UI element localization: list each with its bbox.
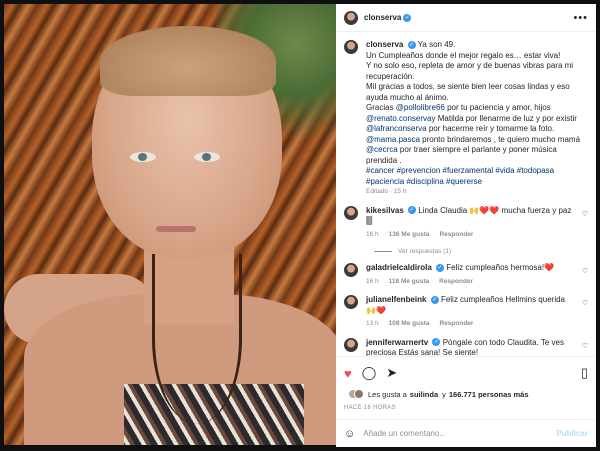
verified-icon: ✓ (432, 338, 441, 347)
avatar[interactable] (344, 205, 358, 220)
caption-line: Y no solo eso, repleta de amor y de buen… (366, 61, 574, 81)
avatar (354, 389, 364, 399)
edited-time: Editado · 15 h (366, 188, 407, 195)
caption-line: Mil gracias a todos, se siente bien leer… (366, 82, 570, 102)
heart-outline-icon[interactable]: ♡ (582, 267, 588, 275)
emoji-icon[interactable]: ☺ (344, 428, 355, 440)
avatar[interactable] (344, 337, 358, 352)
caption-avatar[interactable] (344, 40, 358, 54)
comments-feed[interactable]: clonserva ✓ Ya son 49. Un Cumpleaños don… (336, 32, 596, 356)
view-replies[interactable]: Ver respuestas (1) (374, 248, 588, 255)
verified-icon: ✓ (436, 263, 445, 272)
photo-mouth (156, 226, 196, 232)
more-options-icon[interactable]: ••• (573, 12, 588, 24)
comment-meta: 16 h 136 Me gusta Responder (366, 230, 576, 241)
mention-link[interactable]: @mama.pasca (366, 135, 420, 144)
publish-button[interactable]: Publicar (556, 429, 588, 438)
caption-text: por tu paciencia y amor, hijos (447, 103, 551, 112)
verified-icon: ✓ (407, 40, 416, 49)
photo-necklace (152, 254, 242, 424)
heart-filled-icon[interactable]: ♥ (344, 366, 352, 381)
comment-time: 16 h (366, 230, 379, 238)
mention-link[interactable]: @renato.conservay (366, 114, 436, 123)
verified-icon: ✓ (430, 295, 439, 304)
avatar[interactable] (344, 263, 358, 277)
caption-text: pronto brindaremos , te quiero mucho mam… (422, 134, 581, 144)
likes-middle: y (442, 389, 446, 399)
comment-input[interactable] (363, 429, 557, 438)
caption-text: Gracias (366, 103, 394, 112)
comment-username[interactable]: jenniferwarnertv (366, 338, 428, 347)
mention-link[interactable]: @cecrca (366, 145, 398, 154)
comment-time: 16 h (366, 277, 379, 285)
comment-likes[interactable]: 108 Me gusta (389, 319, 430, 330)
photo-right-eye (194, 152, 220, 162)
comment-meta: 16 h 118 Me gusta Responder (366, 277, 576, 288)
reply-button[interactable]: Responder (439, 277, 473, 288)
hashtags[interactable]: #cancer #prevencion #fuerzamental #vida … (366, 166, 588, 187)
action-bar: ♥ ◯ ➤ ▯ Les gusta a suilinda y 166.771 p… (336, 356, 596, 411)
view-replies-label[interactable]: Ver respuestas (1) (398, 248, 451, 255)
comment-username[interactable]: galadrielcaldirola (366, 263, 432, 272)
caption: clonserva ✓ Ya son 49. Un Cumpleaños don… (344, 40, 588, 198)
likes-summary: Les gusta a suilinda y 166.771 personas … (344, 389, 588, 399)
comment-meta: 13 h 108 Me gusta Responder (366, 319, 576, 330)
comment-username[interactable]: kikesilvas (366, 206, 404, 215)
post-header: clonserva ✓ ••• (336, 4, 596, 32)
reply-button[interactable]: Responder (439, 319, 473, 330)
action-icons: ♥ ◯ ➤ ▯ (344, 365, 588, 381)
avatar[interactable] (344, 10, 358, 25)
likes-user[interactable]: suilinda (410, 390, 438, 399)
caption-text: por hacerme reír y tomarme la foto. (428, 124, 555, 133)
bookmark-icon[interactable]: ▯ (581, 365, 588, 381)
likes-count[interactable]: 166.771 personas más (449, 390, 529, 399)
avatar[interactable] (344, 295, 358, 309)
heart-outline-icon[interactable]: ♡ (582, 299, 588, 307)
add-comment-bar: ☺ Publicar (336, 419, 596, 447)
caption-line: Un Cumpleaños donde el mejor regalo es… … (366, 50, 561, 60)
comment-username[interactable]: julianelfenbeink (366, 295, 426, 304)
likes-prefix: Les gusta a (368, 389, 407, 399)
comment-item: galadrielcaldirola ✓ Feliz cumpleaños he… (344, 263, 588, 287)
mention-link[interactable]: @lafranconserva (366, 124, 427, 133)
post-modal: clonserva ✓ ••• clonserva ✓ Ya son 49. U… (0, 0, 600, 451)
comment-likes[interactable]: 118 Me gusta (389, 277, 429, 288)
post-time-ago: HACE 16 HORAS (344, 405, 396, 411)
caption-username[interactable]: clonserva (366, 40, 403, 49)
share-icon[interactable]: ➤ (386, 365, 397, 381)
comment-likes[interactable]: 136 Me gusta (389, 230, 430, 241)
caption-line: Ya son 49. (417, 40, 456, 49)
comment-text: Feliz cumpleaños hermosa!❤️ (446, 263, 555, 272)
caption-body: clonserva ✓ Ya son 49. Un Cumpleaños don… (366, 40, 588, 198)
caption-text: Matilda por llenarme de luz y por existi… (437, 113, 577, 123)
post-username[interactable]: clonserva (364, 13, 401, 22)
comment-icon[interactable]: ◯ (362, 365, 377, 381)
post-side-panel: clonserva ✓ ••• clonserva ✓ Ya son 49. U… (336, 4, 596, 447)
photo-hair (100, 26, 276, 96)
mention-link[interactable]: @pollolibre66 (396, 103, 445, 112)
comment-item: julianelfenbeink ✓ Feliz cumpleaños Hell… (344, 295, 588, 330)
photo-left-eye (130, 152, 156, 162)
divider (374, 251, 392, 252)
verified-icon: ✓ (403, 13, 412, 22)
reply-button[interactable]: Responder (439, 230, 473, 241)
comment-item: jenniferwarnertv ✓ Póngale con todo Clau… (344, 337, 588, 356)
post-photo[interactable] (4, 4, 336, 445)
comment-time: 13 h (366, 320, 379, 327)
heart-outline-icon[interactable]: ♡ (582, 342, 588, 350)
comment-item: kikesilvas ✓ Linda Claudia 🙌❤️❤️ mucha f… (344, 205, 588, 241)
heart-outline-icon[interactable]: ♡ (582, 210, 588, 218)
verified-icon: ✓ (408, 206, 417, 215)
